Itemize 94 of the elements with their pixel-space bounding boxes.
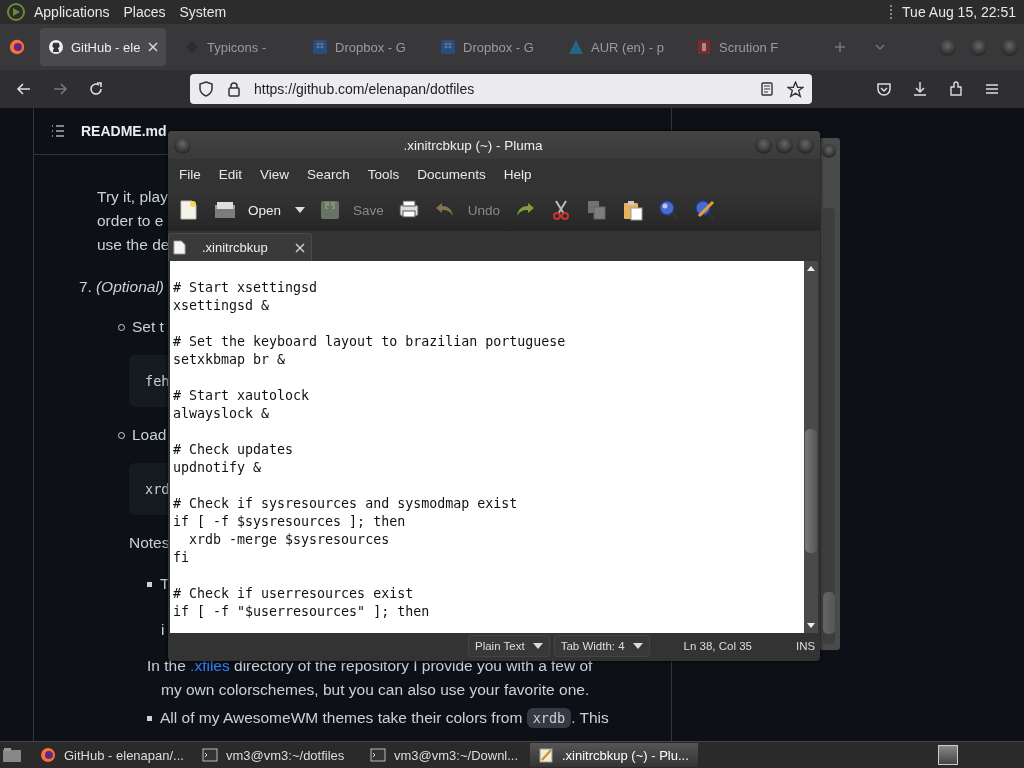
panel-handle[interactable] <box>890 5 895 19</box>
menu-item[interactable]: Edit <box>209 166 252 182</box>
workspace-switcher[interactable] <box>938 745 958 765</box>
list-number: 7. <box>79 277 92 297</box>
shield-icon[interactable] <box>198 81 214 97</box>
star-icon[interactable] <box>787 80 804 98</box>
browser-tab[interactable]: GitHub - ele <box>40 28 166 66</box>
clock[interactable]: Tue Aug 15, 22:51 <box>902 4 1016 20</box>
window-title: .xinitrcbkup (~) - Pluma <box>402 137 544 153</box>
reload-icon[interactable] <box>88 81 104 97</box>
menu-item[interactable]: Search <box>298 166 359 182</box>
paragraph-text: Set t <box>132 317 164 337</box>
notepad-icon <box>538 747 554 763</box>
paragraph-text: use the de <box>97 235 170 255</box>
system-logo-icon[interactable] <box>6 2 26 22</box>
menu-item[interactable]: Documents <box>408 166 495 182</box>
search-icon <box>658 199 681 221</box>
menu-item[interactable]: Help <box>494 166 541 182</box>
extensions-icon[interactable] <box>948 81 964 97</box>
tab-list-icon[interactable] <box>874 41 886 53</box>
taskbar-button[interactable]: .xinitrcbkup (~) - Plu... <box>530 743 698 767</box>
dropdown-caret-icon[interactable] <box>295 207 306 213</box>
document-icon <box>173 240 186 255</box>
paragraph-text: Try it, play <box>97 187 168 207</box>
scrollbar[interactable] <box>804 261 818 633</box>
back-icon[interactable] <box>16 81 32 97</box>
paragraph-text: my own colorschemes, but you can also use your favorite one. <box>161 680 590 700</box>
document-tab[interactable]: .xinitrcbkup <box>168 233 312 261</box>
menu-item[interactable]: Tools <box>358 166 409 182</box>
paragraph-text: Load <box>132 425 167 445</box>
menu-item[interactable]: View <box>251 166 299 182</box>
tab-width-dropdown[interactable]: Tab Width: 4 <box>553 635 650 657</box>
floppy-icon <box>319 199 342 221</box>
outline-icon[interactable] <box>50 123 66 139</box>
paragraph-text: All of my AwesomeWM themes take their colors from xrdb . This <box>160 707 609 730</box>
menu-item[interactable]: File <box>170 166 210 182</box>
tab-label[interactable]: .xinitrcbkup <box>202 240 279 255</box>
insert-mode: INS <box>796 640 816 652</box>
reader-view-icon[interactable] <box>759 81 775 97</box>
printer-icon <box>397 199 420 221</box>
document-icon <box>696 39 712 55</box>
browser-tab[interactable]: Scrution F <box>688 28 798 66</box>
lock-icon[interactable] <box>226 81 242 97</box>
clipboard-icon <box>622 199 645 221</box>
paragraph-text: order to e <box>97 211 164 231</box>
taskbar-button[interactable]: GitHub - elenapan/... <box>32 743 194 767</box>
new-document-icon <box>178 199 200 221</box>
terminal-icon <box>202 747 218 763</box>
scrollbar[interactable] <box>823 208 835 644</box>
browser-tab[interactable]: Typicons - <box>176 28 286 66</box>
box-icon <box>312 39 328 55</box>
address-bar[interactable]: https://github.com/elenapan/dotfiles <box>190 74 812 104</box>
browser-tab[interactable]: AUR (en) - p <box>560 28 670 66</box>
close-icon[interactable] <box>295 242 305 253</box>
print-button[interactable] <box>397 199 420 221</box>
scroll-up-icon[interactable] <box>806 265 816 271</box>
url-text: https://github.com/elenapan/dotfiles <box>254 81 476 97</box>
close-icon[interactable] <box>148 42 158 52</box>
paragraph-text: (Optional) <box>95 277 164 297</box>
terminal-icon <box>370 747 386 763</box>
taskbar-button[interactable]: vm3@vm3:~/dotfiles <box>194 743 362 767</box>
scroll-down-icon[interactable] <box>806 623 816 629</box>
cursor-position: Ln 38, Col 35 <box>683 640 752 652</box>
bullet-icon <box>147 581 152 587</box>
panel-menu[interactable]: Places <box>123 4 166 20</box>
new-button[interactable] <box>178 199 200 221</box>
browser-tab[interactable]: Dropbox - G <box>432 28 542 66</box>
bullet-icon <box>147 715 152 721</box>
forward-icon[interactable] <box>52 81 68 97</box>
panel-menu[interactable]: System <box>179 4 227 20</box>
new-tab-icon[interactable] <box>834 41 846 53</box>
browser-tab[interactable]: Dropbox - G <box>304 28 414 66</box>
replace-button[interactable] <box>694 199 717 221</box>
find-button[interactable] <box>658 199 681 221</box>
panel-menu[interactable]: Applications <box>34 4 110 20</box>
language-dropdown[interactable]: Plain Text <box>468 635 550 657</box>
find-replace-icon <box>694 199 717 221</box>
paragraph-text: i <box>161 620 165 640</box>
paste-button[interactable] <box>622 199 645 221</box>
folder-icon <box>214 199 236 221</box>
download-icon[interactable] <box>912 81 928 97</box>
paragraph-text: Notes <box>129 533 170 553</box>
dropdown-caret-icon <box>632 643 643 649</box>
dropdown-caret-icon <box>532 643 543 649</box>
open-button[interactable]: Open <box>214 199 282 221</box>
file-title: README.md <box>81 123 167 139</box>
show-desktop-icon[interactable] <box>2 747 22 763</box>
pocket-icon[interactable] <box>876 81 892 97</box>
box-icon <box>440 39 456 55</box>
menu-icon[interactable] <box>984 81 1000 97</box>
copy-icon <box>586 199 609 221</box>
link[interactable]: .xfiles <box>190 657 230 674</box>
taskbar-button[interactable]: vm3@vm3:~/Downl... <box>362 743 530 767</box>
triangle-icon <box>568 39 584 55</box>
